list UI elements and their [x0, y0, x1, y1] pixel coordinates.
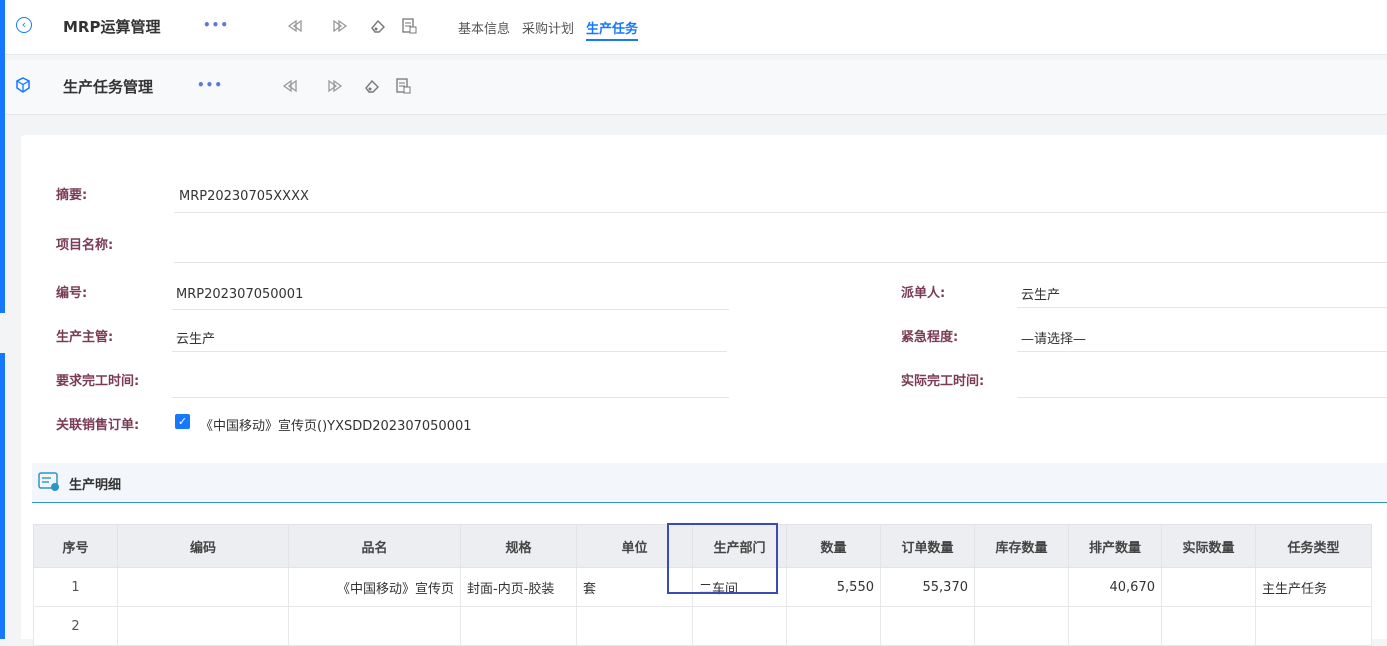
col-header[interactable]: 品名: [288, 524, 461, 568]
cell-code[interactable]: [117, 567, 289, 607]
cell-product[interactable]: [288, 606, 461, 646]
col-header[interactable]: 编码: [117, 524, 289, 568]
cell-stock-qty[interactable]: [974, 567, 1069, 607]
col-header[interactable]: 规格: [460, 524, 577, 568]
col-header[interactable]: 序号: [33, 524, 118, 568]
cell-unit[interactable]: [576, 606, 693, 646]
tab-bar: 基本信息 采购计划 生产任务: [458, 18, 639, 41]
summary-label: 摘要:: [56, 188, 88, 203]
cell-spec[interactable]: 封面-内页-胶装: [460, 567, 577, 607]
cell-actual-qty[interactable]: [1161, 567, 1256, 607]
back-circle-icon[interactable]: ‹: [16, 17, 32, 33]
table-row[interactable]: 1 《中国移动》宣传页 封面-内页-胶装 套 二车间 5,550 55,370 …: [33, 567, 1372, 607]
tab-purchase-plan[interactable]: 采购计划: [522, 18, 574, 41]
tab-basic-info[interactable]: 基本信息: [458, 18, 510, 41]
cell-task-type[interactable]: 主生产任务: [1255, 567, 1372, 607]
actual-finish-label: 实际完工时间:: [901, 374, 985, 389]
tab-production-task[interactable]: 生产任务: [586, 18, 639, 41]
eraser-icon[interactable]: [363, 77, 381, 95]
cell-order-qty[interactable]: [880, 606, 975, 646]
more-icon[interactable]: •••: [203, 18, 229, 32]
cell-task-type[interactable]: [1255, 606, 1372, 646]
cell-actual-qty[interactable]: [1161, 606, 1256, 646]
cell-department[interactable]: [692, 606, 787, 646]
table-header-row: 序号 编码 品名 规格 单位 生产部门 数量 订单数量 库存数量 排产数量 实际…: [33, 524, 1372, 568]
col-header[interactable]: 任务类型: [1255, 524, 1372, 568]
urgency-label: 紧急程度:: [901, 330, 959, 345]
cell-scheduled-qty[interactable]: [1068, 606, 1162, 646]
list-icon: [38, 472, 60, 492]
cell-scheduled-qty[interactable]: 40,670: [1068, 567, 1162, 607]
project-name-label: 项目名称:: [56, 238, 114, 253]
section-title: 生产明细: [69, 478, 122, 493]
document-icon[interactable]: [400, 17, 418, 35]
next-icon[interactable]: [326, 77, 344, 95]
top-bar: ‹ MRP运算管理 ••• 基本信息 采购计划 生产任务: [5, 0, 1387, 55]
dispatcher-label: 派单人:: [901, 286, 946, 301]
dispatcher-field[interactable]: 云生产: [1021, 284, 1060, 303]
col-header[interactable]: 单位: [576, 524, 693, 568]
prev-icon[interactable]: [281, 77, 299, 95]
col-header[interactable]: 订单数量: [880, 524, 975, 568]
col-header[interactable]: 排产数量: [1068, 524, 1162, 568]
summary-field[interactable]: MRP20230705XXXX: [179, 189, 309, 204]
cell-index: 1: [33, 567, 118, 607]
more-icon[interactable]: •••: [197, 78, 223, 92]
section-header: 生产明细: [32, 463, 1387, 503]
cell-quantity[interactable]: [786, 606, 881, 646]
cell-code[interactable]: [117, 606, 289, 646]
cell-unit[interactable]: 套: [576, 567, 693, 607]
cell-product[interactable]: 《中国移动》宣传页: [288, 567, 461, 607]
cell-spec[interactable]: [460, 606, 577, 646]
detail-table: 序号 编码 品名 规格 单位 生产部门 数量 订单数量 库存数量 排产数量 实际…: [33, 524, 1372, 646]
code-field[interactable]: MRP202307050001: [176, 287, 303, 302]
table-row[interactable]: 2: [33, 606, 1372, 646]
code-label: 编号:: [56, 286, 88, 301]
sales-order-checkbox[interactable]: ✓: [175, 414, 190, 429]
cell-index: 2: [33, 606, 118, 646]
prev-icon[interactable]: [286, 17, 304, 35]
col-header[interactable]: 库存数量: [974, 524, 1069, 568]
sales-order-label: 关联销售订单:: [56, 418, 140, 433]
sub-bar: 生产任务管理 •••: [5, 60, 1387, 115]
eraser-icon[interactable]: [369, 17, 387, 35]
required-finish-label: 要求完工时间:: [56, 374, 140, 389]
cell-stock-qty[interactable]: [974, 606, 1069, 646]
next-icon[interactable]: [331, 17, 349, 35]
form-card: 摘要: MRP20230705XXXX 项目名称: 编号: MRP2023070…: [21, 135, 1387, 646]
cube-icon: [15, 77, 31, 93]
cell-order-qty[interactable]: 55,370: [880, 567, 975, 607]
col-header[interactable]: 生产部门: [692, 524, 787, 568]
urgency-select[interactable]: —请选择—: [1021, 328, 1086, 347]
cell-department[interactable]: 二车间: [692, 567, 787, 607]
document-icon[interactable]: [394, 77, 412, 95]
sales-order-value: 《中国移动》宣传页()YXSDD202307050001: [200, 419, 472, 434]
col-header[interactable]: 数量: [786, 524, 881, 568]
subpage-title: 生产任务管理: [63, 78, 154, 96]
col-header[interactable]: 实际数量: [1161, 524, 1256, 568]
cell-quantity[interactable]: 5,550: [786, 567, 881, 607]
page-title: MRP运算管理: [63, 18, 161, 36]
supervisor-label: 生产主管:: [56, 330, 114, 345]
supervisor-field[interactable]: 云生产: [176, 328, 215, 347]
